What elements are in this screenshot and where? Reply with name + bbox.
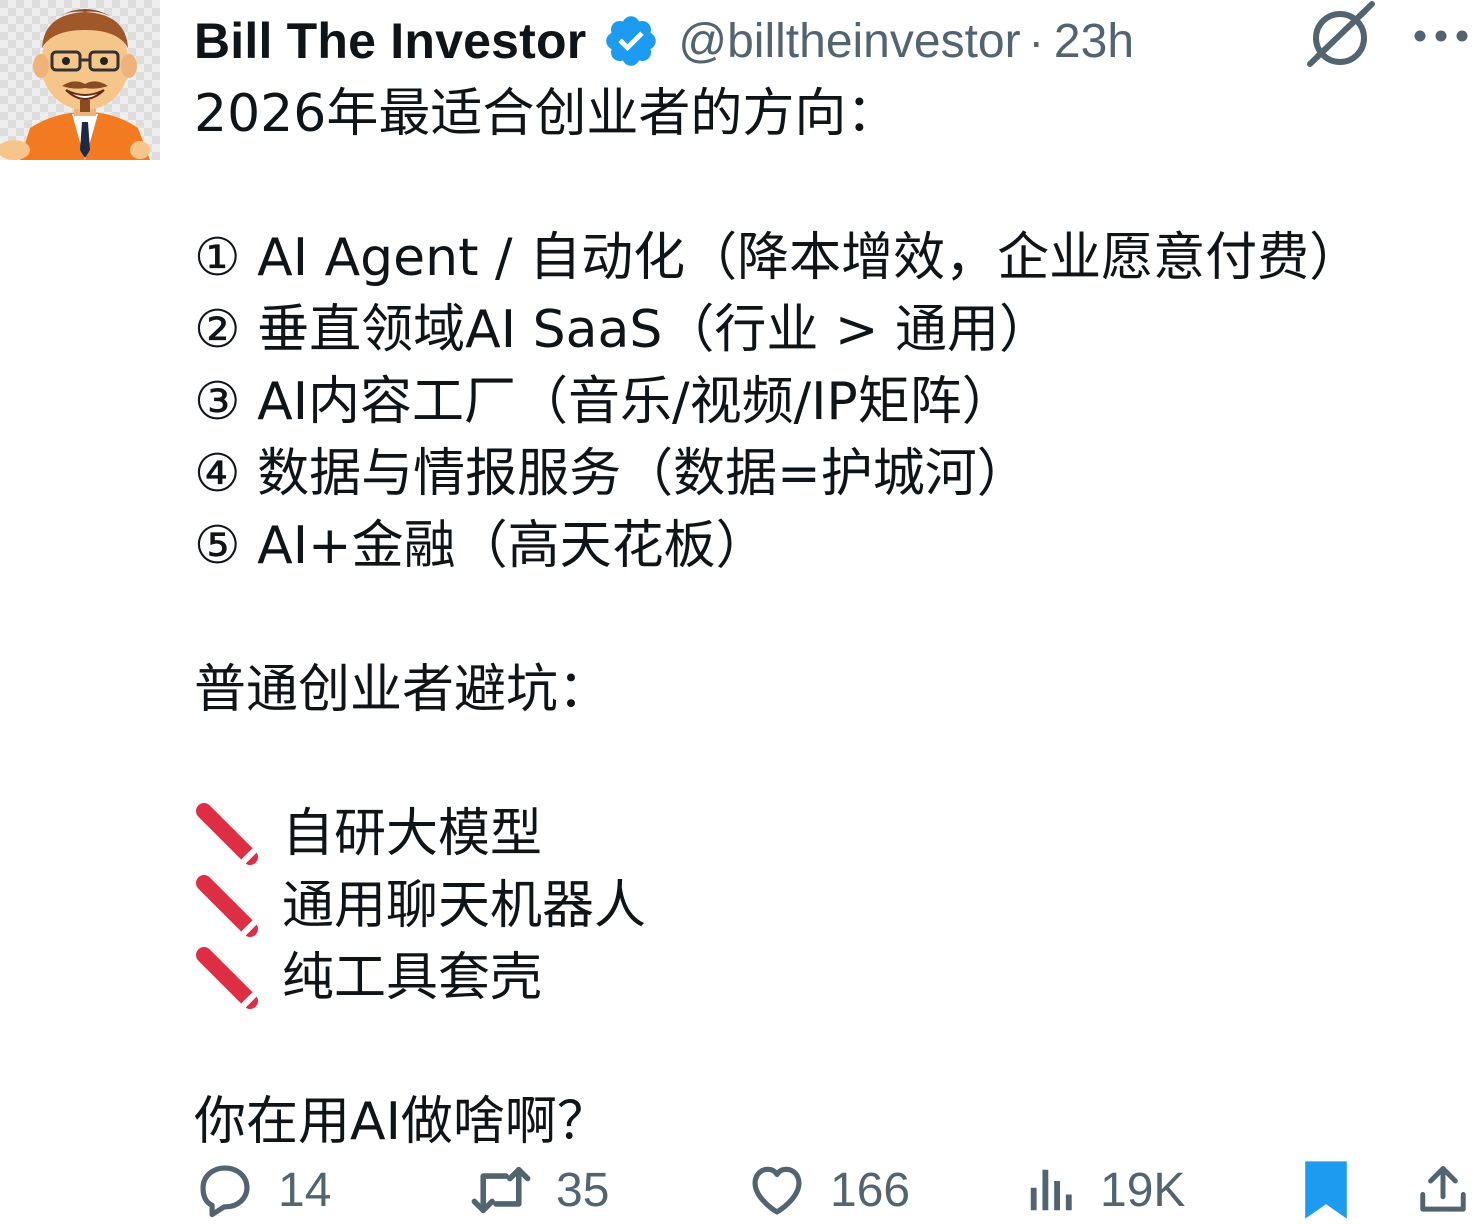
- separator-dot: ·: [1028, 15, 1044, 67]
- more-options-icon[interactable]: [1410, 18, 1472, 54]
- repost-button[interactable]: 35: [468, 1156, 609, 1224]
- list-item: ② 垂直领域AI SaaS（行业 > 通用）: [194, 300, 1051, 360]
- list-item: ① AI Agent / 自动化（降本增效，企业愿意付费）: [194, 228, 1362, 288]
- list-item: ④ 数据与情报服务（数据=护城河）: [194, 444, 1029, 504]
- tweet-line: 普通创业者避坑：: [194, 660, 611, 720]
- share-button[interactable]: [1416, 1156, 1470, 1224]
- tweet-timestamp[interactable]: 23h: [1054, 14, 1134, 69]
- repost-count: 35: [556, 1163, 610, 1217]
- tweet-header: Bill The Investor @billtheinvestor · 23h: [194, 6, 1480, 76]
- reply-button[interactable]: 14: [194, 1156, 331, 1224]
- reply-count: 14: [278, 1163, 332, 1217]
- list-item: ⑤ AI+金融（高天花板）: [194, 516, 768, 576]
- pencil-icon: [196, 947, 259, 1010]
- avoid-item: 通用聊天机器人: [194, 870, 1464, 942]
- tweet-body: 2026年最适合创业者的方向： ① AI Agent / 自动化（降本增效，企业…: [194, 78, 1464, 1158]
- verified-badge-icon[interactable]: [602, 12, 660, 70]
- like-count: 166: [830, 1163, 911, 1217]
- tweet-line: 你在用AI做啥啊？: [194, 1092, 609, 1152]
- grok-icon[interactable]: [1304, 0, 1378, 70]
- views-count: 19K: [1100, 1163, 1186, 1217]
- bookmark-filled-icon: [1305, 1161, 1347, 1219]
- pencil-icon: [196, 803, 259, 866]
- repost-icon: [471, 1166, 531, 1214]
- views-chart-icon: [1030, 1169, 1072, 1211]
- avoid-item-label: 纯工具套壳: [282, 948, 543, 1008]
- tweet-actions: 14 35 166 19K: [194, 1156, 1480, 1224]
- pencil-icon: [196, 875, 259, 938]
- heart-icon: [752, 1166, 802, 1215]
- author-handle[interactable]: @billtheinvestor: [678, 14, 1020, 69]
- share-icon: [1420, 1166, 1466, 1212]
- avoid-item: 纯工具套壳: [194, 942, 1464, 1014]
- author-avatar[interactable]: [0, 0, 160, 160]
- avoid-item-label: 自研大模型: [282, 804, 543, 864]
- avoid-item: 自研大模型: [194, 798, 1464, 870]
- avoid-item-label: 通用聊天机器人: [282, 876, 647, 936]
- reply-icon: [200, 1165, 250, 1218]
- list-item: ③ AI内容工厂（音乐/视频/IP矩阵）: [194, 372, 1014, 432]
- author-display-name[interactable]: Bill The Investor: [194, 12, 586, 70]
- cartoon-man-avatar-icon: [0, 0, 160, 160]
- tweet-line: 2026年最适合创业者的方向：: [194, 84, 899, 144]
- views-button[interactable]: 19K: [1024, 1156, 1185, 1224]
- like-button[interactable]: 166: [746, 1156, 910, 1224]
- bookmark-button[interactable]: [1300, 1156, 1352, 1224]
